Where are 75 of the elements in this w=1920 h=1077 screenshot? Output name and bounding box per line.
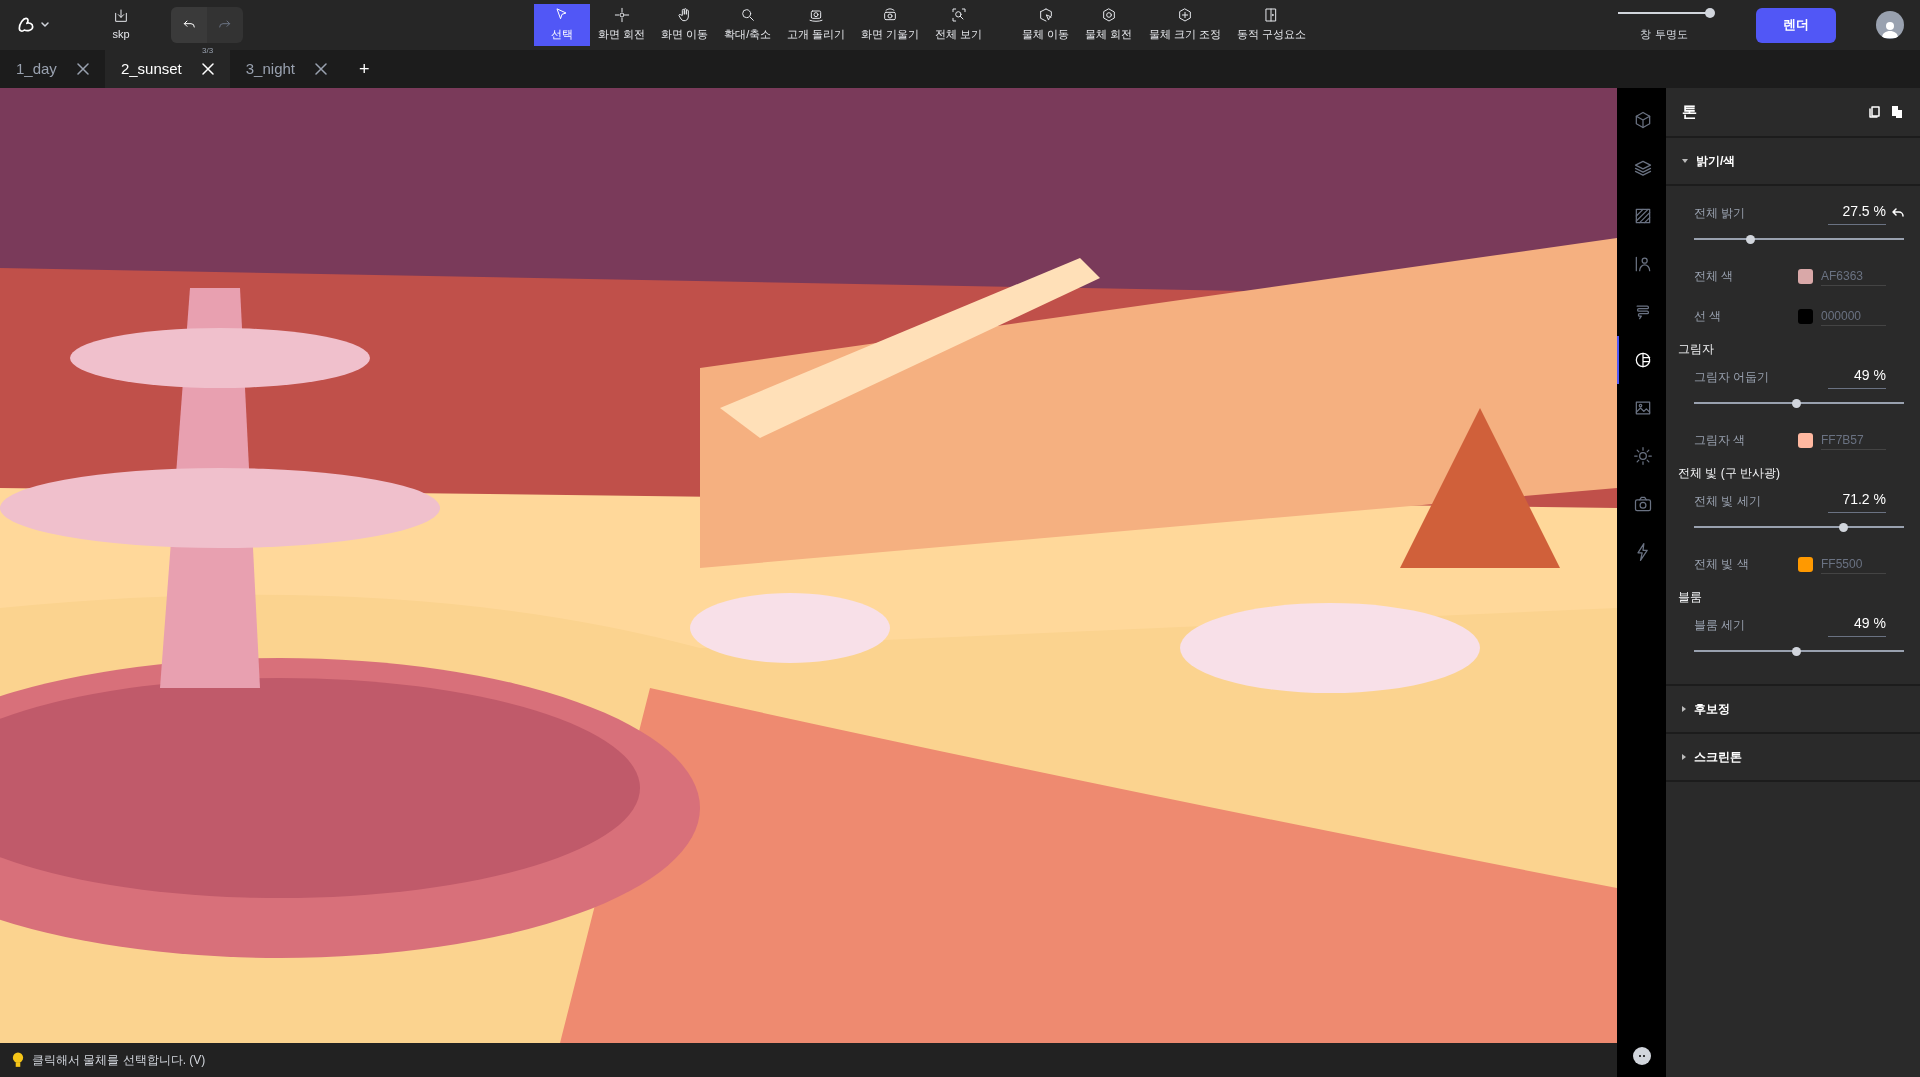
add-tab-button[interactable]: + (343, 50, 386, 88)
group-heading: 블룸 (1678, 589, 1703, 606)
value-field[interactable]: 27.5 % (1828, 201, 1886, 225)
slider-track[interactable] (1694, 398, 1904, 408)
layers-icon (1632, 158, 1653, 178)
slider-thumb[interactable] (1746, 234, 1756, 244)
caret-right-icon (1682, 706, 1686, 712)
close-icon[interactable] (76, 63, 89, 75)
tool-button[interactable]: 확대/축소 (716, 4, 780, 46)
tab-label: 2_sunset (120, 58, 182, 79)
tool-button[interactable]: 화면 이동 (653, 4, 717, 46)
slider-thumb[interactable] (1792, 398, 1802, 408)
download-icon (113, 7, 129, 24)
slider-track[interactable] (1694, 646, 1904, 656)
paste-icon[interactable] (1890, 105, 1904, 119)
tool-button[interactable]: 선택 (534, 4, 590, 46)
tool-button[interactable]: 화면 회전 (590, 4, 654, 46)
camera-turn-icon (808, 7, 825, 24)
tool-button[interactable]: 물체 이동 (1014, 4, 1078, 46)
sun-icon (1632, 446, 1653, 466)
color-swatch[interactable] (1798, 556, 1813, 572)
avatar-icon[interactable] (1876, 11, 1904, 39)
hexagon-plus-icon (1176, 7, 1193, 24)
hexagon-rotate-icon (1100, 7, 1117, 24)
copy-icon[interactable] (1868, 105, 1882, 119)
cube-cursor-icon (1037, 7, 1054, 24)
value-field[interactable]: 71.2 % (1828, 489, 1886, 513)
orbit-icon (613, 7, 630, 24)
lightbulb-icon (12, 1052, 24, 1068)
setting-label: 그림자 어둡기 (1694, 369, 1771, 386)
slider-track[interactable] (1694, 522, 1904, 532)
value-field[interactable]: 49 % (1828, 365, 1886, 389)
opacity-label: 창 투명도 (1640, 26, 1688, 42)
slider-thumb[interactable] (1705, 7, 1715, 18)
slider-track[interactable] (1694, 234, 1904, 244)
chevron-down-icon (40, 20, 50, 30)
setting-label: 전체 빛 세기 (1694, 493, 1762, 510)
group-heading: 그림자 (1678, 341, 1715, 358)
tab-label: 1_day (16, 58, 57, 79)
panel-title: 톤 (1682, 101, 1697, 122)
section-header[interactable]: 후보정 (1666, 686, 1920, 734)
skp-export-button[interactable]: skp (96, 7, 146, 43)
frame-search-icon (950, 7, 967, 24)
setting-label: 선 색 (1694, 308, 1723, 325)
logo-icon (16, 15, 36, 35)
help-button[interactable] (1632, 1047, 1651, 1065)
color-swatch[interactable] (1798, 432, 1813, 448)
status-hint: 클릭해서 물체를 선택합니다. (V) (32, 1052, 206, 1069)
close-icon[interactable] (315, 63, 327, 75)
reset-icon[interactable] (1892, 207, 1904, 219)
setting-label: 전체 빛 색 (1694, 556, 1750, 573)
group-heading: 전체 빛 (구 반사광) (1678, 465, 1781, 482)
color-swatch[interactable] (1798, 268, 1813, 284)
camera-icon (1632, 494, 1653, 514)
caret-down-icon (1682, 159, 1688, 163)
tool-button[interactable]: 물체 회전 (1077, 4, 1141, 46)
tool-button[interactable]: 물체 크기 조정 (1140, 4, 1229, 46)
color-swatch[interactable] (1798, 308, 1813, 324)
tool-button[interactable]: 고개 돌리기 (779, 4, 854, 46)
caret-right-icon (1682, 754, 1686, 760)
section-header[interactable]: 스크린톤 (1666, 734, 1920, 782)
value-field[interactable]: 49 % (1828, 613, 1886, 637)
setting-label: 전체 밝기 (1694, 205, 1747, 222)
slider-thumb[interactable] (1838, 522, 1848, 532)
slider-thumb[interactable] (1792, 646, 1802, 656)
tool-button[interactable]: 화면 기울기 (853, 4, 928, 46)
search-icon (739, 7, 756, 24)
setting-label: 전체 색 (1694, 268, 1735, 285)
render-button[interactable]: 렌더 (1756, 7, 1836, 43)
tool-button[interactable]: 동적 구성요소 (1228, 4, 1314, 46)
tool-button[interactable]: 전체 보기 (927, 4, 991, 46)
setting-label: 그림자 색 (1694, 432, 1747, 449)
setting-label: 블룸 세기 (1694, 617, 1747, 634)
tab-label: 3_night (245, 58, 295, 79)
section-header[interactable]: 밝기/색 (1666, 138, 1920, 186)
